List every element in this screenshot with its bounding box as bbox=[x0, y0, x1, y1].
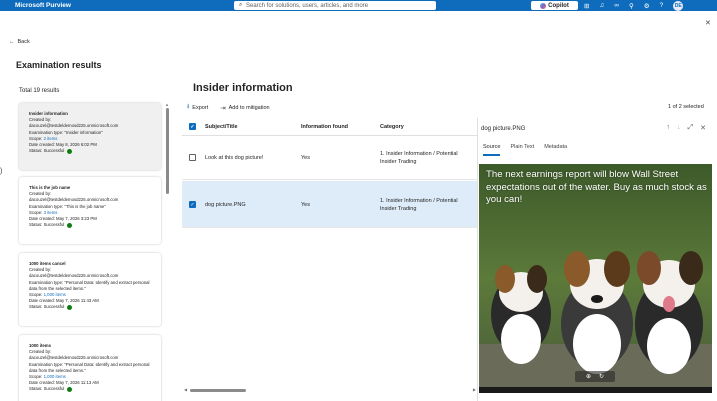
row-category-line2: Insider Trading bbox=[380, 206, 417, 212]
zoom-icon[interactable]: ⊕ bbox=[586, 373, 591, 380]
bell-icon[interactable]: ♫ bbox=[599, 2, 604, 9]
download-icon: ⭳ bbox=[187, 103, 190, 110]
examination-list: Insider information Created by: dacouzel… bbox=[16, 100, 164, 401]
tab-metadata[interactable]: Metadata bbox=[544, 144, 567, 156]
scroll-left-icon[interactable]: ◀ bbox=[184, 387, 187, 392]
rotate-icon[interactable]: ↻ bbox=[599, 373, 604, 380]
share-icon[interactable]: ⚲ bbox=[629, 2, 634, 10]
copilot-icon bbox=[540, 2, 547, 9]
global-search-input[interactable]: ⌕ Search for solutions, users, articles,… bbox=[234, 1, 436, 10]
scope-link[interactable]: 3 items bbox=[44, 210, 58, 215]
app-title[interactable]: Microsoft Purview bbox=[15, 2, 71, 9]
top-icons: ⊞ ♫ ∞ ⚲ ⚙ ? DE bbox=[584, 0, 684, 11]
search-icon: ⌕ bbox=[239, 2, 243, 8]
back-button[interactable]: ← Back bbox=[9, 39, 30, 45]
examination-card[interactable]: 1000 items cancel Created by: dacouzel@t… bbox=[19, 253, 161, 326]
export-button[interactable]: ⭳ Export bbox=[187, 102, 208, 113]
back-label: Back bbox=[17, 39, 30, 45]
card-status: Status: Successful bbox=[29, 148, 151, 154]
copilot-label: Copilot bbox=[548, 2, 569, 9]
row-subject: dog picture.PNG bbox=[205, 202, 246, 208]
row-checkbox[interactable] bbox=[189, 154, 196, 161]
preview-controls: ↑ ↓ ⤢ ✕ bbox=[667, 124, 706, 132]
arrow-down-icon[interactable]: ↓ bbox=[677, 124, 681, 132]
examination-card[interactable]: 1000 items Created by: dacouzel@testdeld… bbox=[19, 335, 161, 401]
row-subject: Look at this dog picture! bbox=[205, 155, 264, 161]
arrow-up-icon[interactable]: ↑ bbox=[667, 124, 671, 132]
search-placeholder: Search for solutions, users, articles, a… bbox=[246, 2, 369, 9]
column-header-subject[interactable]: Subject/Title bbox=[205, 124, 238, 130]
status-success-icon bbox=[67, 386, 73, 392]
examination-card[interactable]: This is the job name Created by: dacouze… bbox=[19, 177, 161, 244]
image-footer-bar bbox=[479, 387, 712, 393]
card-status: Status: Successful bbox=[29, 386, 151, 392]
examination-card[interactable]: Insider information Created by: dacouzel… bbox=[19, 103, 161, 170]
scope-link[interactable]: 2 items bbox=[44, 136, 58, 141]
card-status: Status: Successful bbox=[29, 222, 151, 228]
section-title: Insider information bbox=[193, 82, 293, 94]
status-success-icon bbox=[67, 148, 73, 154]
expand-icon[interactable]: ⤢ bbox=[688, 124, 694, 132]
preview-panel: dog picture.PNG ↑ ↓ ⤢ ✕ Source Plain Tex… bbox=[477, 118, 717, 401]
page-title: Examination results bbox=[16, 60, 102, 70]
collapse-handle-icon[interactable]: ) bbox=[0, 168, 2, 175]
document-preview-image: The next earnings report will blow Wall … bbox=[479, 164, 712, 393]
row-found: Yes bbox=[301, 202, 310, 208]
row-found: Yes bbox=[301, 155, 310, 161]
preview-tabs: Source Plain Text Metadata bbox=[483, 144, 567, 156]
tab-source[interactable]: Source bbox=[483, 144, 501, 156]
card-exam-type: Examination type: "Personal Data: Identi… bbox=[29, 279, 150, 291]
export-label: Export bbox=[192, 104, 209, 111]
toolbar: ⭳ Export ⇥ Add to mitigation bbox=[187, 102, 270, 113]
add-to-mitigation-button[interactable]: ⇥ Add to mitigation bbox=[220, 104, 269, 112]
close-icon[interactable]: ✕ bbox=[700, 124, 706, 132]
row-category-line2: Insider Trading bbox=[380, 159, 417, 165]
link-icon[interactable]: ∞ bbox=[614, 2, 619, 9]
scope-link[interactable]: 1,000 items bbox=[44, 374, 66, 379]
list-scrollbar[interactable]: ▲ bbox=[165, 102, 170, 401]
column-header-found[interactable]: Information found bbox=[301, 124, 348, 130]
status-success-icon bbox=[67, 304, 73, 310]
row-category-line1: 1. Insider Information / Potential bbox=[380, 151, 458, 157]
scroll-up-icon[interactable]: ▲ bbox=[165, 102, 169, 107]
gear-icon[interactable]: ⚙ bbox=[644, 2, 650, 10]
column-header-category[interactable]: Category bbox=[380, 124, 404, 130]
arrow-left-icon: ← bbox=[9, 39, 15, 45]
selection-count: 1 of 2 selected bbox=[668, 104, 704, 110]
tab-plain-text[interactable]: Plain Text bbox=[510, 144, 534, 156]
avatar[interactable]: DE bbox=[673, 0, 684, 11]
select-all-checkbox[interactable]: ✓ bbox=[189, 123, 196, 130]
help-icon[interactable]: ? bbox=[660, 2, 664, 9]
copilot-button[interactable]: Copilot bbox=[531, 1, 578, 10]
zoom-controls: ⊕ ↻ bbox=[575, 371, 615, 382]
row-category-line1: 1. Insider Information / Potential bbox=[380, 198, 458, 204]
apps-icon[interactable]: ⊞ bbox=[584, 2, 589, 10]
table-header: ✓ Subject/Title Information found Catego… bbox=[182, 118, 478, 136]
table-horizontal-scrollbar[interactable]: ◀ ▶ bbox=[182, 387, 478, 393]
scrollbar-thumb[interactable] bbox=[190, 389, 246, 392]
table-row[interactable]: Look at this dog picture! Yes 1. Insider… bbox=[182, 136, 478, 180]
arrow-right-icon: ⇥ bbox=[220, 104, 226, 112]
scroll-right-icon[interactable]: ▶ bbox=[473, 387, 476, 392]
close-icon[interactable]: ✕ bbox=[705, 19, 711, 27]
row-checkbox[interactable]: ✓ bbox=[189, 201, 196, 208]
scrollbar-thumb[interactable] bbox=[166, 108, 169, 194]
scope-link[interactable]: 1,000 items bbox=[44, 292, 66, 297]
card-status: Status: Successful bbox=[29, 304, 151, 310]
image-caption-text: The next earnings report will blow Wall … bbox=[486, 169, 707, 206]
card-exam-type: Examination type: "Personal Data: Identi… bbox=[29, 361, 150, 373]
table-row[interactable]: ✓ dog picture.PNG Yes 1. Insider Informa… bbox=[182, 181, 478, 228]
preview-title: dog picture.PNG bbox=[481, 126, 526, 132]
status-success-icon bbox=[67, 222, 73, 228]
mitigation-label: Add to mitigation bbox=[228, 104, 270, 111]
results-total: Total 19 results bbox=[19, 88, 60, 94]
